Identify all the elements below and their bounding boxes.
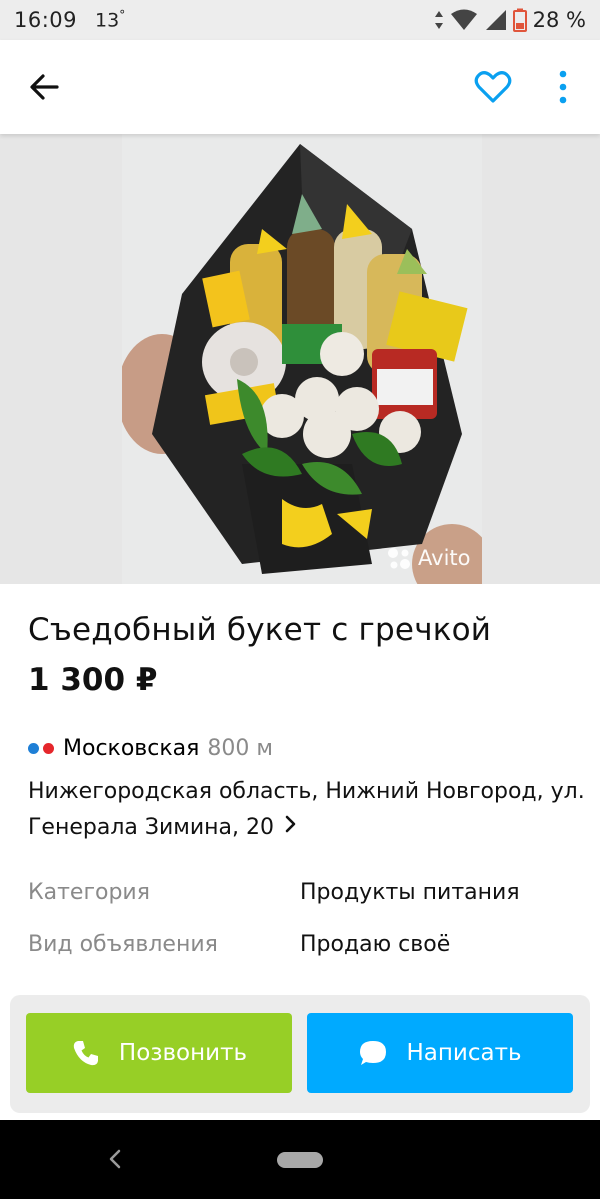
- metro-line-dot-blue: [28, 743, 39, 754]
- contact-actions: Позвонить Написать: [10, 995, 590, 1113]
- param-label: Категория: [28, 880, 150, 905]
- chevron-right-icon: [284, 810, 298, 846]
- more-options-button[interactable]: [548, 67, 578, 107]
- metro-info: Московская 800 м: [28, 736, 273, 761]
- battery-percent: 28 %: [532, 8, 586, 32]
- write-button-label: Написать: [406, 1040, 522, 1066]
- call-button-label: Позвонить: [118, 1040, 248, 1066]
- back-button[interactable]: [24, 67, 66, 107]
- arrow-left-icon: [30, 74, 59, 100]
- listing-header: Съедобный букет с гречкой 1 300 ₽: [28, 612, 588, 698]
- param-row: Вид объявления Продаю своё: [28, 932, 450, 957]
- phone-icon: [73, 1041, 98, 1066]
- bouquet-image: [122, 134, 482, 584]
- data-arrows-icon: [434, 11, 443, 29]
- status-icons: 28 %: [433, 8, 586, 32]
- system-nav-bar: [0, 1120, 600, 1199]
- avito-logo-icon: [388, 548, 410, 569]
- call-button[interactable]: Позвонить: [26, 1013, 292, 1093]
- battery-icon: [512, 8, 527, 32]
- watermark-text: Avito: [418, 546, 471, 570]
- status-bar: 16:09 13° 28 %: [0, 0, 600, 40]
- param-label: Вид объявления: [28, 932, 218, 957]
- write-button[interactable]: Написать: [307, 1013, 573, 1093]
- listing-price: 1 300 ₽: [28, 662, 158, 698]
- heart-outline-icon: [474, 71, 512, 103]
- address-link[interactable]: Нижегородская область, Нижний Новгород, …: [28, 774, 588, 846]
- favorite-button[interactable]: [472, 67, 514, 107]
- param-value: Продукты питания: [300, 880, 520, 905]
- signal-icon: [485, 10, 506, 30]
- listing-title: Съедобный букет с гречкой: [28, 612, 492, 648]
- metro-station: Московская: [63, 736, 200, 761]
- avito-watermark: Avito: [386, 545, 470, 571]
- wifi-icon: [450, 9, 477, 30]
- chat-bubble-icon: [360, 1041, 387, 1065]
- metro-line-dot-red: [43, 743, 54, 754]
- param-value: Продаю своё: [300, 932, 451, 957]
- listing-photo[interactable]: [122, 134, 482, 584]
- chevron-left-icon: [109, 1149, 121, 1169]
- address-text: Нижегородская область, Нижний Новгород, …: [28, 779, 585, 840]
- status-time: 16:09: [14, 8, 78, 32]
- more-vertical-icon: [559, 70, 567, 104]
- photo-gallery[interactable]: [0, 134, 600, 584]
- param-row: Категория Продукты питания: [28, 880, 520, 905]
- home-pill-button[interactable]: [277, 1152, 323, 1168]
- system-back-button[interactable]: [104, 1148, 126, 1174]
- status-temperature: 13°: [95, 8, 126, 32]
- app-bar: [0, 40, 600, 134]
- metro-distance: 800 м: [207, 736, 273, 761]
